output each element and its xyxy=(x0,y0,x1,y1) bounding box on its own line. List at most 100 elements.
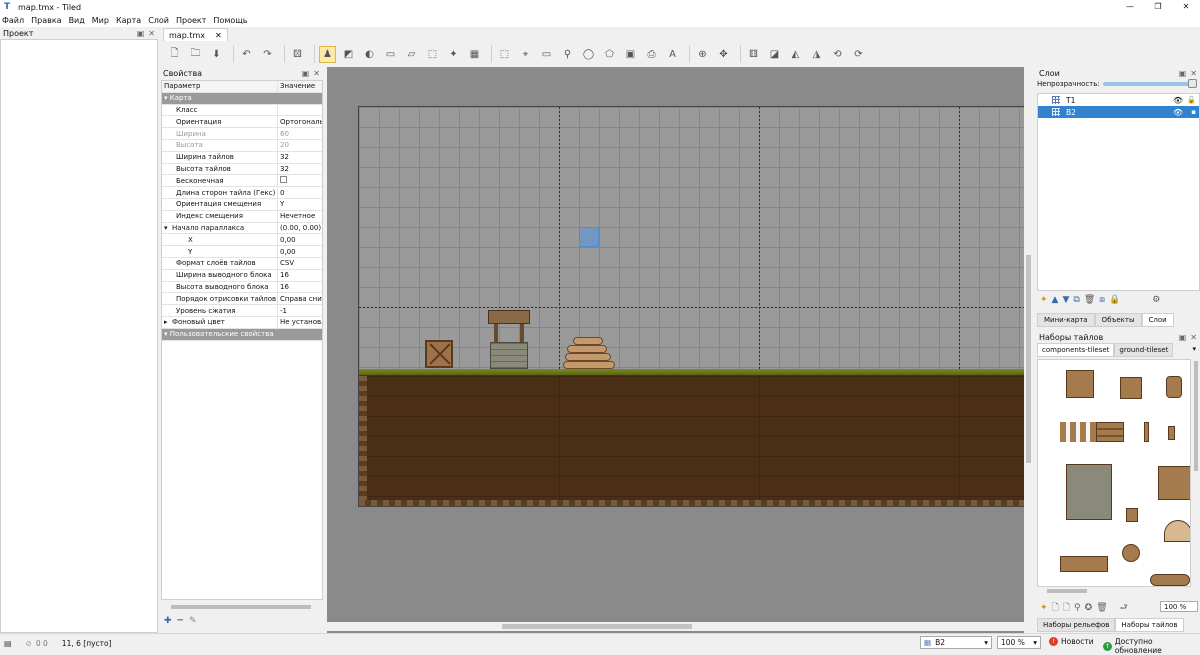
map-view[interactable] xyxy=(327,67,1025,633)
stamp-brush-icon[interactable]: ♟ xyxy=(319,45,336,63)
prop-value[interactable] xyxy=(278,176,322,185)
flip-vertical-icon[interactable]: ◮ xyxy=(808,46,825,63)
tab-minimap[interactable]: Мини-карта xyxy=(1037,313,1095,327)
menu-world[interactable]: Мир xyxy=(92,16,109,25)
tile-post[interactable] xyxy=(1168,426,1175,440)
insert-rectangle-icon[interactable]: ▭ xyxy=(538,46,555,63)
flip-horizontal-icon[interactable]: ◭ xyxy=(787,46,804,63)
remove-property-icon[interactable]: ━ xyxy=(178,616,183,626)
close-panel-icon[interactable]: ✕ xyxy=(148,29,155,38)
tabs-dropdown-icon[interactable]: ▾ xyxy=(1188,343,1200,357)
shape-fill-icon[interactable]: ▭ xyxy=(382,46,399,63)
menu-project[interactable]: Проект xyxy=(176,16,206,25)
open-file-icon[interactable]: 🗀 xyxy=(187,46,204,63)
random-mode-icon[interactable]: ⚄ xyxy=(289,46,306,63)
tile-bucket[interactable] xyxy=(1126,508,1138,522)
tileset-view[interactable] xyxy=(1037,359,1191,587)
prop-value[interactable]: Ортогональн xyxy=(278,118,322,126)
maximize-button[interactable]: ❐ xyxy=(1144,0,1172,14)
prop-row-bg-color[interactable]: ▸ Фоновый цветНе установле xyxy=(162,316,322,329)
close-panel-icon[interactable]: ✕ xyxy=(1190,69,1197,78)
map-hscrollbar[interactable] xyxy=(327,622,1024,631)
prop-value[interactable]: 32 xyxy=(278,153,322,161)
lock-layer-icon[interactable]: 🔒 xyxy=(1109,295,1120,305)
prop-value[interactable]: 16 xyxy=(278,271,322,279)
lower-layer-icon[interactable]: ▼ xyxy=(1062,295,1069,305)
tab-terrain-sets[interactable]: Наборы рельефов xyxy=(1037,618,1116,632)
dynamic-wrapping-icon[interactable]: ✪ xyxy=(1085,603,1093,613)
prop-value[interactable]: 32 xyxy=(278,165,322,173)
prop-row-infinite[interactable]: Бесконечная xyxy=(162,175,322,188)
opacity-slider[interactable] xyxy=(1102,79,1197,88)
rotate-left-icon[interactable]: ⟲ xyxy=(829,46,846,63)
tile-well[interactable] xyxy=(1066,464,1112,520)
infinite-checkbox[interactable] xyxy=(280,176,287,184)
update-button[interactable]: ↑ Доступно обновление xyxy=(1103,637,1200,655)
prop-value[interactable]: CSV xyxy=(278,259,322,267)
tile-signpost[interactable] xyxy=(1158,466,1190,500)
world-tool-icon[interactable]: ⊕ xyxy=(694,46,711,63)
magic-wand-icon[interactable]: ✦ xyxy=(445,46,462,63)
prop-value[interactable]: 0,00 xyxy=(278,248,322,256)
group-map[interactable]: ▾ Карта xyxy=(162,92,322,105)
layer-item-b2[interactable]: B2 👁 ▪ xyxy=(1038,106,1199,118)
embed-tileset-icon[interactable]: 🗋 xyxy=(1052,600,1059,616)
tile-peg[interactable] xyxy=(1144,422,1149,442)
eye-icon[interactable]: 👁 xyxy=(1173,96,1183,105)
insert-ellipse-icon[interactable]: ◯ xyxy=(580,46,597,63)
prop-row-stagger-axis[interactable]: Ориентация смещения Y xyxy=(162,198,322,211)
scroll-thumb[interactable] xyxy=(1194,361,1198,471)
scroll-thumb[interactable] xyxy=(502,624,692,629)
unlock-icon[interactable]: ▪ xyxy=(1191,108,1196,116)
unlock-icon[interactable]: 🔓 xyxy=(1187,96,1196,104)
menu-help[interactable]: Помощь xyxy=(213,16,247,25)
map-canvas[interactable] xyxy=(358,106,1025,507)
terrain-brush-icon[interactable]: ◩ xyxy=(340,46,357,63)
save-icon[interactable]: ⬇ xyxy=(208,46,225,63)
tileset-vscrollbar[interactable] xyxy=(1192,359,1200,587)
move-tool-icon[interactable]: ✥ xyxy=(715,46,732,63)
prop-value[interactable]: (0.00, 0.00) xyxy=(278,224,322,232)
prop-row-hex-side[interactable]: Длина сторон тайла (Гекс) 0 xyxy=(162,187,322,199)
edit-polygons-icon[interactable]: ⌖ xyxy=(517,46,534,63)
duplicate-layer-icon[interactable]: ⧉ xyxy=(1073,295,1079,305)
minimize-button[interactable]: — xyxy=(1116,0,1144,14)
prop-row-stagger-index[interactable]: Индекс смещения Нечетное xyxy=(162,210,322,223)
float-icon[interactable]: ▣ xyxy=(1179,333,1187,342)
delete-layer-icon[interactable]: 🗑 xyxy=(1084,295,1095,305)
rotate-right-icon[interactable]: ⟳ xyxy=(850,46,867,63)
prop-row-layer-format[interactable]: Формат слоёв тайлов CSV xyxy=(162,257,322,270)
prop-value[interactable]: Справа снизу xyxy=(278,295,322,303)
prop-row-tile-width[interactable]: Ширина тайлов 32 xyxy=(162,151,322,164)
tab-map-tmx[interactable]: map.tmx ✕ xyxy=(163,28,228,41)
random-dice-icon[interactable]: ⚅ xyxy=(745,46,762,63)
prop-row-orientation[interactable]: ОриентацияОртогональн xyxy=(162,116,322,129)
insert-point-icon[interactable]: ⚲ xyxy=(559,46,576,63)
news-button[interactable]: ! Новости xyxy=(1049,637,1094,646)
tile-planks[interactable] xyxy=(1060,422,1100,442)
redo-icon[interactable]: ↷ xyxy=(259,46,276,63)
layer-options-icon[interactable]: ⚙ xyxy=(1152,295,1160,305)
export-tileset-icon[interactable]: 🗋 xyxy=(1063,600,1070,616)
layer-item-t1[interactable]: T1 👁 🔓 xyxy=(1038,94,1199,106)
tileset-hscrollbar[interactable] xyxy=(1037,587,1191,595)
project-tree[interactable] xyxy=(0,39,158,633)
scroll-thumb[interactable] xyxy=(1047,589,1087,593)
tile-wheel[interactable] xyxy=(1122,544,1140,562)
properties-hscrollbar[interactable] xyxy=(161,603,323,611)
menu-edit[interactable]: Правка xyxy=(31,16,61,25)
delete-tileset-icon[interactable]: 🗑 xyxy=(1096,603,1107,613)
merge-layer-icon[interactable]: ⧈ xyxy=(1099,295,1105,305)
scroll-thumb[interactable] xyxy=(1026,255,1031,463)
undo-icon[interactable]: ↶ xyxy=(238,46,255,63)
tile-board-stack[interactable] xyxy=(1096,422,1124,442)
add-property-icon[interactable]: ✚ xyxy=(164,616,172,626)
console-icon[interactable]: ▤ xyxy=(4,639,12,648)
float-icon[interactable]: ▣ xyxy=(137,29,145,38)
insert-polygon-icon[interactable]: ⬠ xyxy=(601,46,618,63)
rect-select-icon[interactable]: ⬚ xyxy=(424,46,441,63)
opacity-slider-handle[interactable] xyxy=(1188,79,1197,88)
tileset-zoom-select[interactable]: 100 % xyxy=(1160,601,1198,612)
select-same-tile-icon[interactable]: ▦ xyxy=(466,46,483,63)
close-window-button[interactable]: ✕ xyxy=(1172,0,1200,14)
